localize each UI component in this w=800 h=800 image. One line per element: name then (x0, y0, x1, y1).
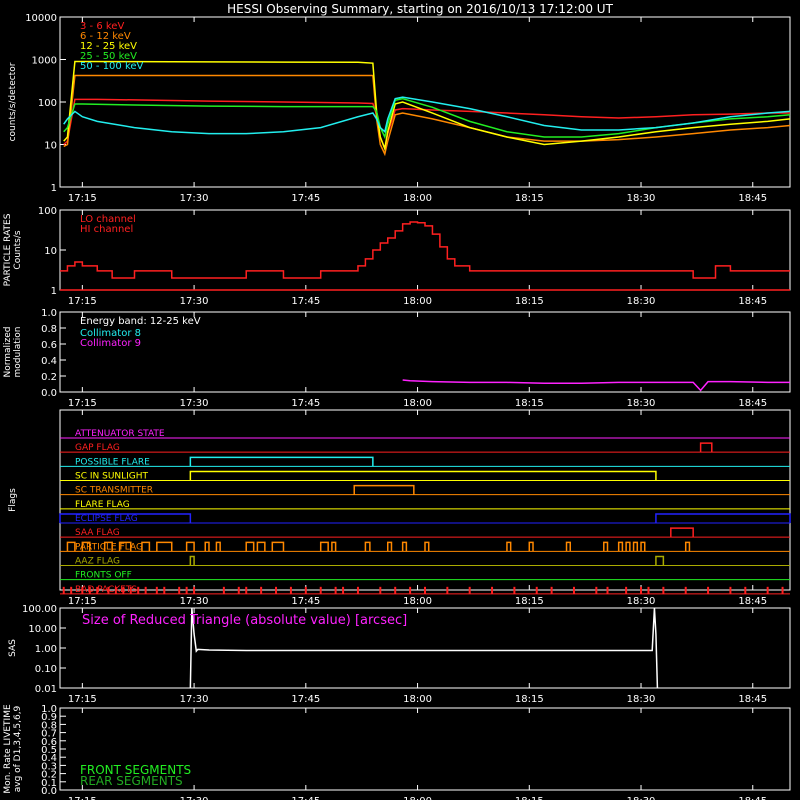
y-tick-label: 1.0 (41, 704, 57, 715)
time-tick-label: 17:15 (68, 398, 97, 409)
time-tick-label: 18:45 (738, 796, 767, 800)
y-tick-label: 0.10 (35, 664, 57, 675)
time-tick-label: 18:30 (627, 694, 656, 705)
time-tick-label: 18:30 (627, 796, 656, 800)
y-axis-label: PARTICLE RATES (3, 213, 13, 286)
y-tick-label: 10 (44, 141, 57, 152)
time-tick-label: 17:45 (291, 398, 320, 409)
legend-entry: REAR SEGMENTS (80, 774, 183, 788)
time-tick-label: 17:30 (180, 694, 209, 705)
y-tick-label: 1000 (32, 56, 57, 67)
time-tick-label: 18:45 (738, 694, 767, 705)
y-tick-label: 0.8 (41, 324, 57, 335)
time-tick-label: 18:00 (403, 796, 432, 800)
time-tick-label: 17:45 (291, 694, 320, 705)
time-tick-label: 18:45 (738, 398, 767, 409)
flag-label: SAA FLAG (75, 528, 120, 538)
y-tick-label: 10 (44, 246, 57, 257)
time-tick-label: 17:15 (68, 694, 97, 705)
flag-label: SC IN SUNLIGHT (75, 472, 149, 482)
time-tick-label: 18:30 (627, 193, 656, 204)
y-tick-label: 0.4 (41, 356, 57, 367)
time-tick-label: 18:30 (627, 296, 656, 307)
time-tick-label: 18:00 (403, 296, 432, 307)
time-tick-label: 17:15 (68, 296, 97, 307)
legend-entry: Size of Reduced Triangle (absolute value… (82, 613, 407, 628)
time-tick-label: 18:00 (403, 398, 432, 409)
y-tick-label: 0.01 (35, 684, 57, 695)
y-tick-label: 1.0 (41, 308, 57, 319)
time-tick-label: 18:45 (738, 193, 767, 204)
legend-entry: HI channel (80, 224, 133, 235)
flag-label: FLARE FLAG (75, 500, 130, 510)
time-tick-label: 18:15 (515, 296, 544, 307)
time-tick-label: 18:00 (403, 596, 432, 607)
flag-label: BAD PACKETS (75, 585, 137, 595)
flag-label: FRONTS OFF (75, 571, 132, 581)
chart-title: HESSI Observing Summary, starting on 201… (227, 2, 613, 16)
y-axis-label: modulation (13, 327, 23, 378)
time-tick-label: 17:30 (180, 193, 209, 204)
hessi-summary-plot: HESSI Observing Summary, starting on 201… (0, 0, 800, 800)
plot-background (0, 0, 800, 800)
time-tick-label: 18:15 (515, 796, 544, 800)
time-tick-label: 17:45 (291, 596, 320, 607)
time-tick-label: 18:45 (738, 296, 767, 307)
time-tick-label: 17:45 (291, 796, 320, 800)
time-tick-label: 17:30 (180, 796, 209, 800)
y-axis-label: Flags (8, 488, 18, 512)
time-tick-label: 18:30 (627, 398, 656, 409)
y-tick-label: 100 (38, 206, 57, 217)
time-tick-label: 17:30 (180, 596, 209, 607)
flag-label: GAP FLAG (75, 443, 120, 453)
time-tick-label: 18:00 (403, 193, 432, 204)
flag-label: POSSIBLE FLARE (75, 457, 150, 467)
y-tick-label: 100 (38, 98, 57, 109)
time-tick-label: 17:15 (68, 193, 97, 204)
y-axis-label: counts/s/detector (8, 62, 18, 141)
flag-label: AAZ FLAG (75, 557, 120, 567)
y-tick-label: 1 (51, 183, 57, 194)
time-tick-label: 18:45 (738, 596, 767, 607)
flag-label: SC TRANSMITTER (75, 486, 153, 496)
panel-annotation: Energy band: 12-25 keV (80, 316, 201, 327)
time-tick-label: 17:45 (291, 296, 320, 307)
y-tick-label: 0.2 (41, 372, 57, 383)
y-tick-label: 10.00 (28, 624, 57, 635)
time-tick-label: 18:15 (515, 398, 544, 409)
time-tick-label: 18:15 (515, 596, 544, 607)
time-tick-label: 17:45 (291, 193, 320, 204)
y-tick-label: 1 (51, 286, 57, 297)
time-tick-label: 17:15 (68, 596, 97, 607)
y-tick-label: 1.00 (35, 644, 57, 655)
y-axis-label: Normalized (3, 326, 13, 377)
flag-label: ECLIPSE FLAG (75, 514, 138, 524)
legend-entry: 50 - 100 keV (80, 61, 144, 72)
y-axis-label: SAS (8, 639, 18, 657)
time-tick-label: 17:30 (180, 296, 209, 307)
time-tick-label: 18:00 (403, 694, 432, 705)
time-tick-label: 18:15 (515, 193, 544, 204)
time-tick-label: 18:15 (515, 694, 544, 705)
time-tick-label: 17:30 (180, 398, 209, 409)
time-tick-label: 18:30 (627, 596, 656, 607)
legend-entry: Collimator 9 (80, 338, 141, 349)
y-axis-label: avg of D1,3,4,5,6,9 (13, 705, 23, 792)
time-tick-label: 17:15 (68, 796, 97, 800)
flag-label: ATTENUATOR STATE (75, 429, 165, 439)
y-tick-label: 100.00 (22, 604, 57, 615)
y-tick-label: 10000 (25, 13, 57, 24)
y-tick-label: 0.6 (41, 340, 57, 351)
y-tick-label: 0.0 (41, 388, 57, 399)
flag-label: PARTICLE FLAG (75, 542, 143, 552)
y-axis-label: Counts/s (13, 230, 23, 269)
y-axis-label: Mon. Rate LIVETIME (3, 704, 13, 794)
